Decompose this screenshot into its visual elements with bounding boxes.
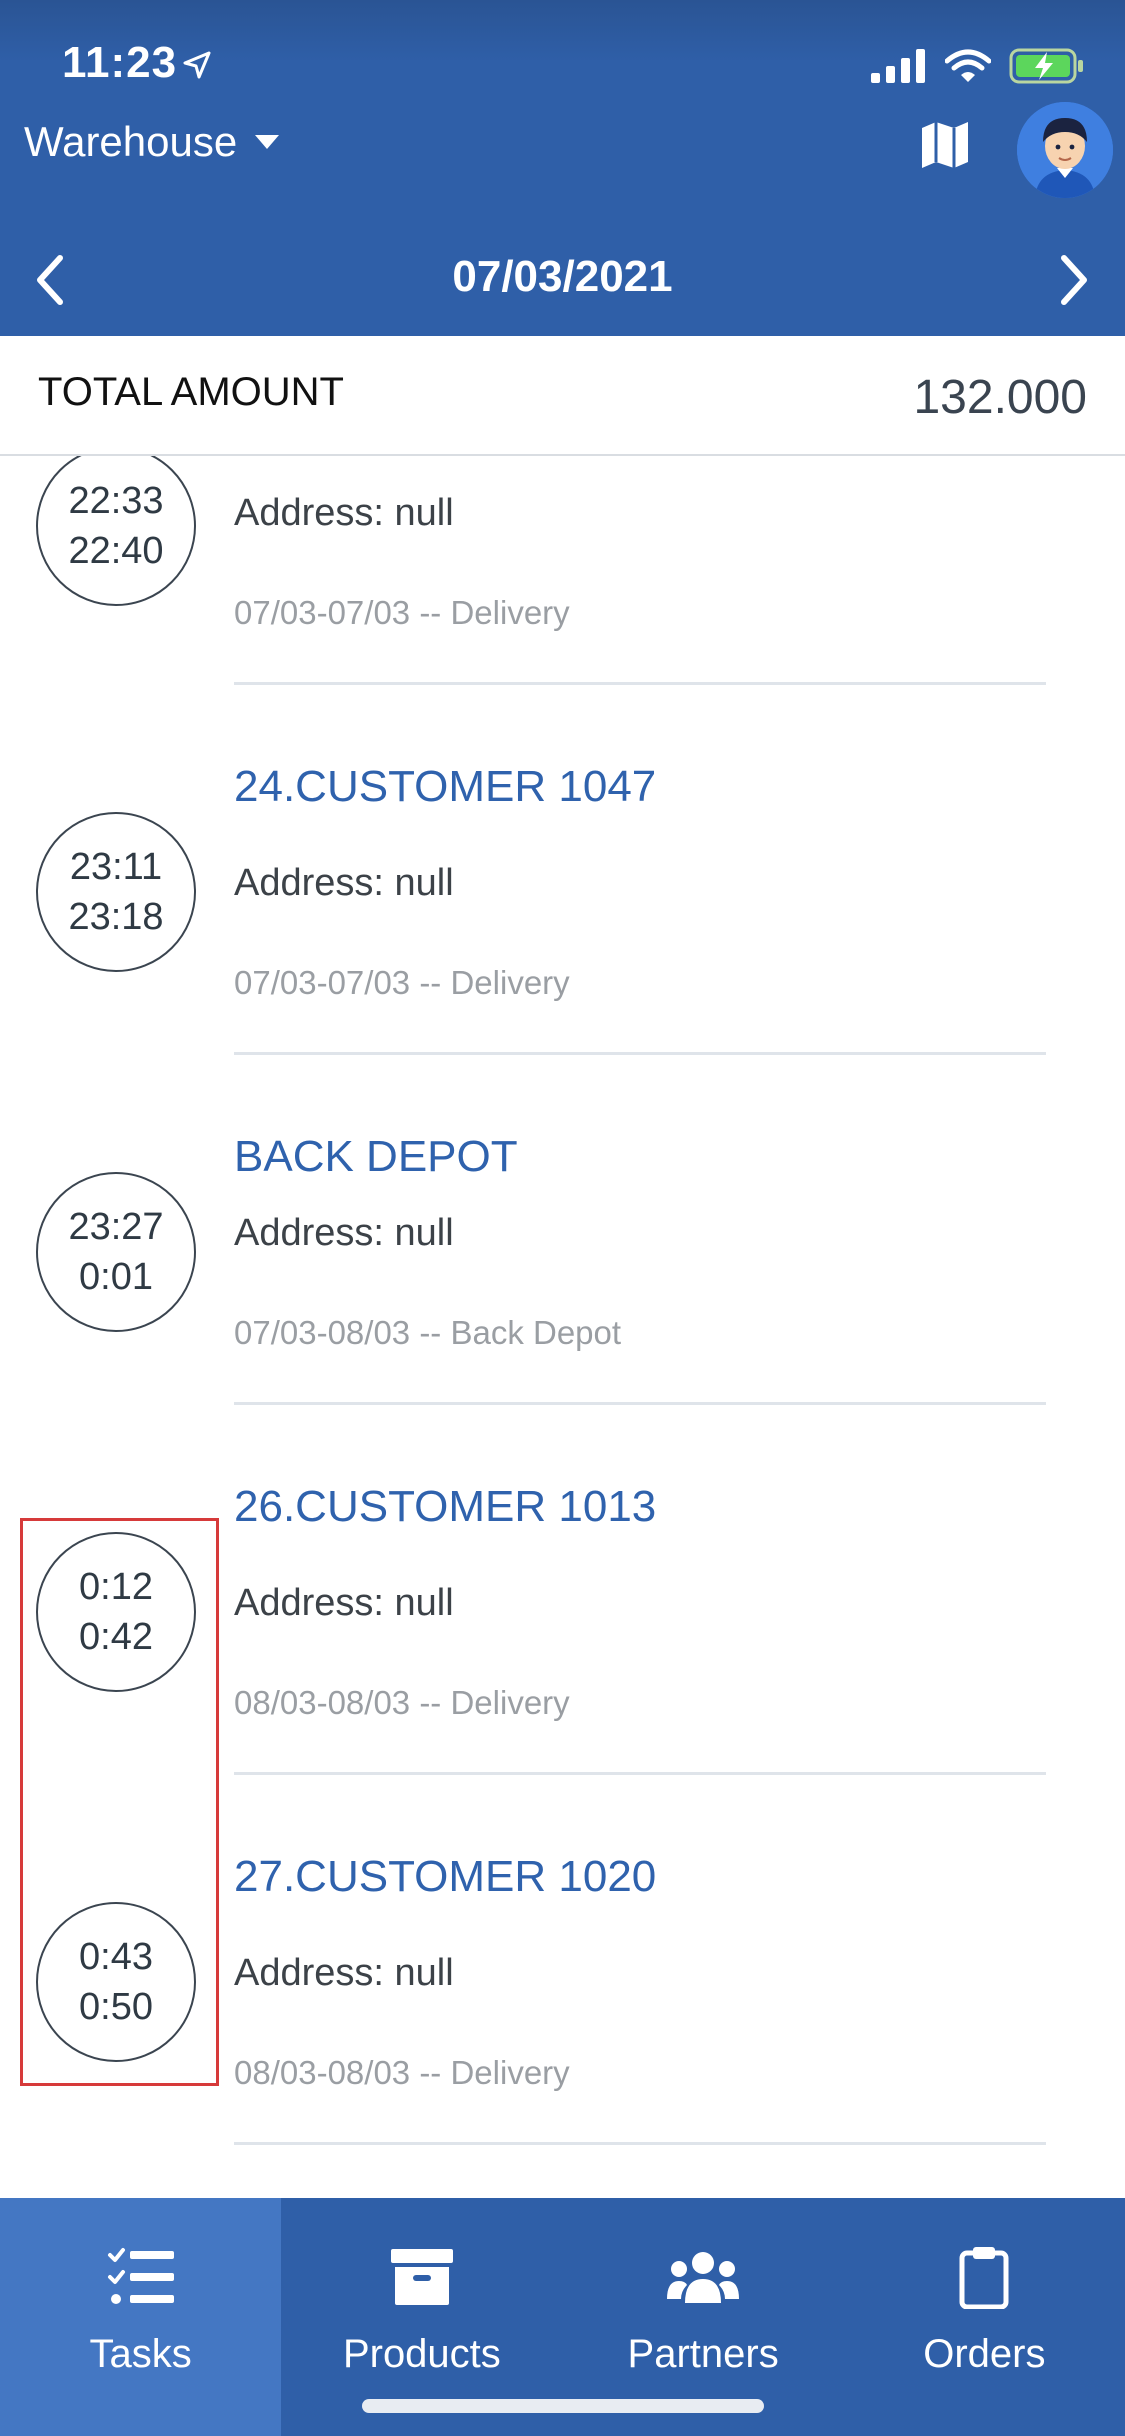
divider xyxy=(234,682,1046,685)
time-window-badge: 0:12 0:42 xyxy=(36,1532,196,1692)
date-type-text: 07/03-07/03 -- Delivery xyxy=(234,594,570,631)
divider xyxy=(234,1772,1046,1775)
start-time: 0:43 xyxy=(79,1936,153,1978)
caret-down-icon xyxy=(255,135,280,149)
divider xyxy=(234,2142,1046,2145)
customer-name[interactable]: BACK DEPOT xyxy=(234,1132,518,1182)
tab-tasks[interactable]: Tasks xyxy=(0,2198,282,2436)
customer-name[interactable]: 26.CUSTOMER 1013 xyxy=(234,1482,656,1532)
warehouse-label: Warehouse xyxy=(24,118,238,165)
tab-label: Tasks xyxy=(89,2332,192,2376)
date-type-text: 08/03-08/03 -- Delivery xyxy=(234,1684,570,1721)
customer-name[interactable]: 24.CUSTOMER 1047 xyxy=(234,762,656,812)
tab-label: Products xyxy=(342,2332,501,2376)
app-header: 11:23 Warehouse 07/03/2021 xyxy=(0,0,1125,336)
customer-name[interactable]: 27.CUSTOMER 1020 xyxy=(234,1852,656,1902)
date-type-text: 07/03-08/03 -- Back Depot xyxy=(234,1314,622,1351)
time-window-badge: 0:43 0:50 xyxy=(36,1902,196,2062)
address-text: Address: null xyxy=(234,1582,454,1624)
date-type-text: 08/03-08/03 -- Delivery xyxy=(234,2054,570,2091)
address-text: Address: null xyxy=(234,862,454,904)
total-label: TOTAL AMOUNT xyxy=(38,370,344,414)
avatar[interactable] xyxy=(1017,102,1113,198)
chevron-right-icon[interactable] xyxy=(1054,252,1094,308)
clipboard-icon xyxy=(959,2247,1009,2309)
status-indicators xyxy=(871,48,1085,84)
end-time: 0:01 xyxy=(79,1256,153,1298)
end-time: 23:18 xyxy=(68,896,164,938)
tab-label: Partners xyxy=(627,2332,779,2376)
start-time: 0:12 xyxy=(79,1566,153,1608)
divider xyxy=(234,1052,1046,1055)
tab-orders[interactable]: Orders xyxy=(844,2198,1125,2436)
users-icon xyxy=(667,2252,740,2303)
address-text: Address: null xyxy=(234,1952,454,1994)
task-list[interactable]: 22:33 22:40 Address: null 07/03-07/03 --… xyxy=(0,456,1125,2196)
start-time: 23:27 xyxy=(68,1206,164,1248)
tab-label: Orders xyxy=(923,2332,1046,2376)
start-time: 23:11 xyxy=(69,846,163,888)
end-time: 0:50 xyxy=(79,1986,153,2028)
address-text: Address: null xyxy=(234,492,454,534)
map-icon[interactable] xyxy=(918,118,972,172)
address-text: Address: null xyxy=(234,1212,454,1254)
tasks-icon xyxy=(107,2248,174,2304)
status-time: 11:23 xyxy=(62,38,178,87)
end-time: 22:40 xyxy=(68,530,164,572)
warehouse-dropdown[interactable]: Warehouse xyxy=(24,118,281,166)
page-title: 07/03/2021 xyxy=(452,252,673,301)
battery-charging-icon xyxy=(1009,48,1083,84)
divider xyxy=(234,1402,1046,1405)
signal-icon xyxy=(871,49,925,83)
location-arrow-icon xyxy=(183,51,211,79)
end-time: 0:42 xyxy=(79,1616,153,1658)
home-indicator[interactable] xyxy=(362,2399,764,2413)
total-amount-bar: TOTAL AMOUNT 132.000 xyxy=(0,336,1125,456)
user-avatar-icon xyxy=(1017,102,1113,198)
start-time: 22:33 xyxy=(68,480,164,522)
wifi-icon xyxy=(945,49,991,82)
total-value: 132.000 xyxy=(913,371,1087,424)
time-window-badge: 23:27 0:01 xyxy=(36,1172,196,1332)
time-window-badge: 23:11 23:18 xyxy=(36,812,196,972)
box-icon xyxy=(390,2249,453,2305)
date-type-text: 07/03-07/03 -- Delivery xyxy=(234,964,570,1001)
time-window-badge: 22:33 22:40 xyxy=(36,456,196,606)
